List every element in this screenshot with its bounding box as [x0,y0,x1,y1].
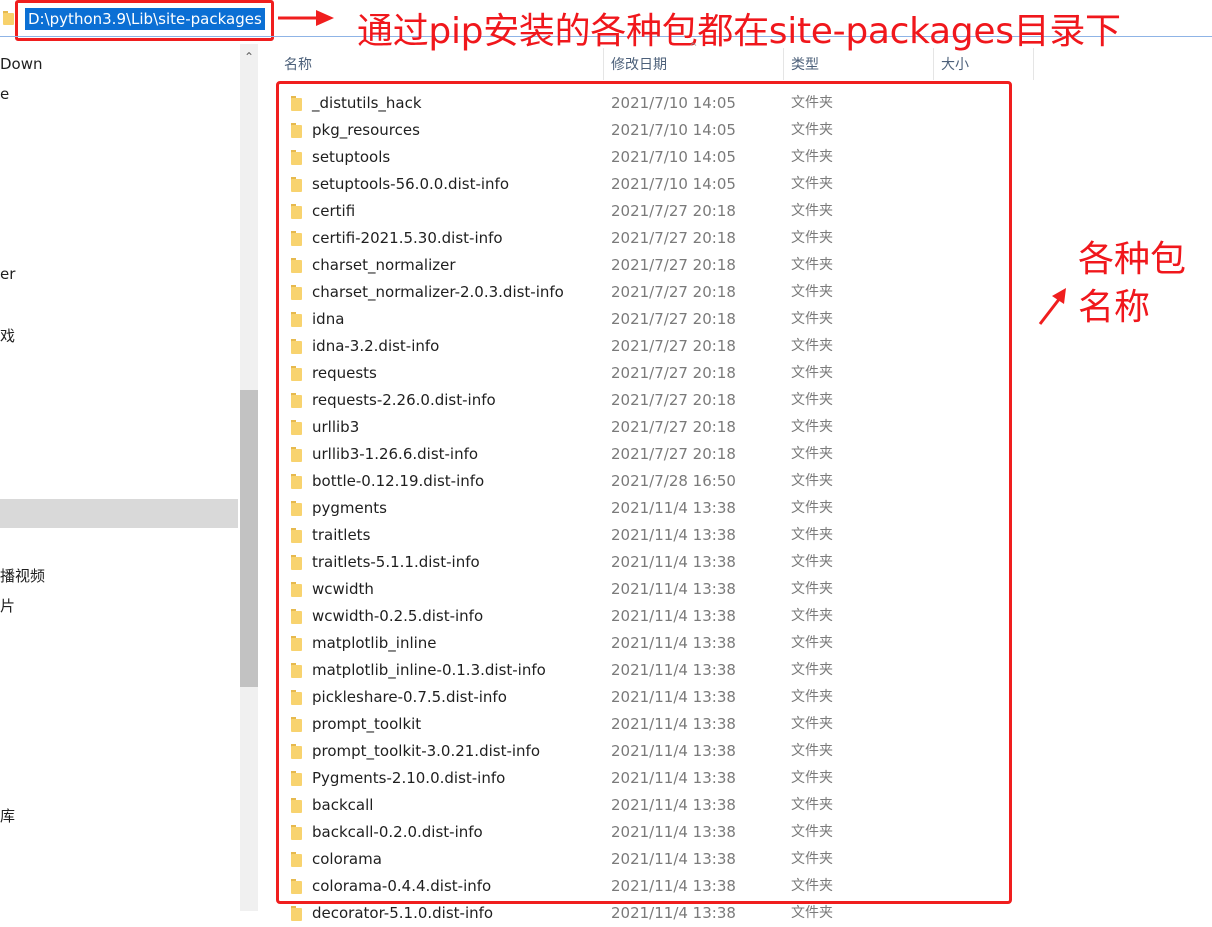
file-row[interactable]: decorator-5.1.0.dist-info 2021/11/4 13:38… [258,900,1212,927]
annotation-right-text: 各种包 名称 [1078,236,1186,332]
annotation-highlight-box [276,81,1012,904]
annotation-line: 各种包 [1078,239,1187,280]
annotation-arrow-icon [1038,288,1066,325]
column-type[interactable]: 类型 [783,44,933,80]
sidebar-item[interactable]: 片 [0,595,15,616]
folder-icon [3,11,14,25]
annotation-line: 名称 [1078,287,1151,328]
sidebar-item[interactable]: e [0,85,9,103]
sort-ascending-icon: ^ [689,42,698,53]
column-separator[interactable] [1033,48,1034,80]
column-size[interactable]: 大小 [933,44,1033,80]
sidebar-selected-item[interactable] [0,499,238,528]
file-date: 2021/11/4 13:38 [611,904,736,922]
column-name[interactable]: 名称 [276,44,606,80]
sidebar-item[interactable]: Down [0,55,43,73]
file-name[interactable]: decorator-5.1.0.dist-info [312,900,493,927]
sidebar-item[interactable]: 库 [0,805,15,826]
file-type: 文件夹 [791,905,833,921]
sidebar-item[interactable]: er [0,265,15,283]
sidebar-item[interactable]: 戏 [0,325,15,346]
navigation-pane: Down e er 戏 播视频 片 库 [0,44,240,911]
scroll-up-icon[interactable]: ⌃ [240,50,258,64]
column-header: 名称 修改日期 类型 大小 [258,44,1212,80]
folder-icon [291,906,302,921]
annotation-arrow-icon [278,10,334,26]
sidebar-item[interactable]: 播视频 [0,565,45,586]
scrollbar-thumb[interactable] [240,390,258,687]
annotation-highlight-box [15,0,274,41]
